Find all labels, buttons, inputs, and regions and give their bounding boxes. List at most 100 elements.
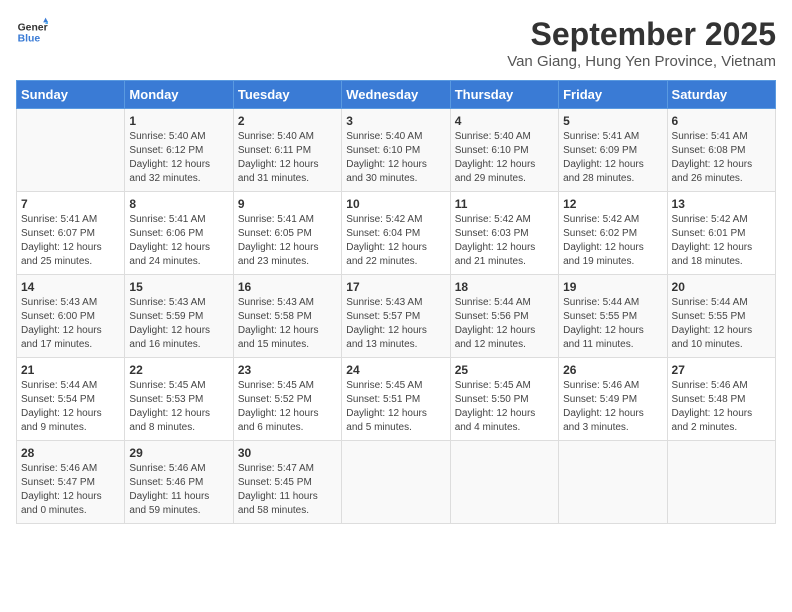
- day-info: Sunrise: 5:42 AM Sunset: 6:03 PM Dayligh…: [455, 213, 554, 269]
- day-number: 15: [129, 280, 228, 294]
- calendar-cell: 27 Sunrise: 5:46 AM Sunset: 5:48 PM Dayli…: [667, 358, 775, 441]
- day-number: 2: [238, 114, 337, 128]
- day-info: Sunrise: 5:42 AM Sunset: 6:04 PM Dayligh…: [346, 213, 445, 269]
- calendar-cell: 18 Sunrise: 5:44 AM Sunset: 5:56 PM Dayli…: [450, 275, 558, 358]
- day-number: 23: [238, 363, 337, 377]
- day-info: Sunrise: 5:44 AM Sunset: 5:56 PM Dayligh…: [455, 296, 554, 352]
- day-number: 6: [672, 114, 771, 128]
- calendar-cell: 22 Sunrise: 5:45 AM Sunset: 5:53 PM Dayli…: [125, 358, 233, 441]
- day-number: 19: [563, 280, 662, 294]
- day-number: 3: [346, 114, 445, 128]
- day-number: 12: [563, 197, 662, 211]
- day-info: Sunrise: 5:45 AM Sunset: 5:51 PM Dayligh…: [346, 379, 445, 435]
- day-info: Sunrise: 5:43 AM Sunset: 6:00 PM Dayligh…: [21, 296, 120, 352]
- day-number: 16: [238, 280, 337, 294]
- calendar-cell: 1 Sunrise: 5:40 AM Sunset: 6:12 PM Daylig…: [125, 109, 233, 192]
- day-number: 18: [455, 280, 554, 294]
- calendar-cell: 24 Sunrise: 5:45 AM Sunset: 5:51 PM Dayli…: [342, 358, 450, 441]
- day-info: Sunrise: 5:42 AM Sunset: 6:02 PM Dayligh…: [563, 213, 662, 269]
- calendar-cell: 2 Sunrise: 5:40 AM Sunset: 6:11 PM Daylig…: [233, 109, 341, 192]
- calendar-week-row: 1 Sunrise: 5:40 AM Sunset: 6:12 PM Daylig…: [17, 109, 776, 192]
- header: General Blue September 2025 Van Giang, H…: [16, 16, 776, 70]
- calendar-cell: 6Sunrise: 5:41 AM Sunset: 6:08 PM Daylig…: [667, 109, 775, 192]
- calendar-cell: 30 Sunrise: 5:47 AM Sunset: 5:45 PM Dayli…: [233, 441, 341, 524]
- calendar-cell: [450, 441, 558, 524]
- month-title: September 2025: [507, 16, 776, 53]
- day-number: 17: [346, 280, 445, 294]
- location-title: Van Giang, Hung Yen Province, Vietnam: [507, 53, 776, 70]
- svg-text:General: General: [18, 22, 48, 33]
- day-number: 5: [563, 114, 662, 128]
- day-number: 25: [455, 363, 554, 377]
- calendar-cell: 15 Sunrise: 5:43 AM Sunset: 5:59 PM Dayli…: [125, 275, 233, 358]
- svg-text:Blue: Blue: [18, 34, 41, 45]
- day-info: Sunrise: 5:40 AM Sunset: 6:11 PM Dayligh…: [238, 130, 337, 186]
- day-info: Sunrise: 5:40 AM Sunset: 6:12 PM Dayligh…: [129, 130, 228, 186]
- day-number: 13: [672, 197, 771, 211]
- day-number: 22: [129, 363, 228, 377]
- calendar-cell: 7Sunrise: 5:41 AM Sunset: 6:07 PM Daylig…: [17, 192, 125, 275]
- calendar-cell: 21Sunrise: 5:44 AM Sunset: 5:54 PM Dayli…: [17, 358, 125, 441]
- day-number: 27: [672, 363, 771, 377]
- day-number: 7: [21, 197, 120, 211]
- day-info: Sunrise: 5:46 AM Sunset: 5:49 PM Dayligh…: [563, 379, 662, 435]
- calendar-cell: 5 Sunrise: 5:41 AM Sunset: 6:09 PM Daylig…: [559, 109, 667, 192]
- calendar-cell: 12 Sunrise: 5:42 AM Sunset: 6:02 PM Dayli…: [559, 192, 667, 275]
- calendar-cell: 3 Sunrise: 5:40 AM Sunset: 6:10 PM Daylig…: [342, 109, 450, 192]
- calendar-week-row: 21Sunrise: 5:44 AM Sunset: 5:54 PM Dayli…: [17, 358, 776, 441]
- day-number: 20: [672, 280, 771, 294]
- calendar-cell: 28 Sunrise: 5:46 AM Sunset: 5:47 PM Dayli…: [17, 441, 125, 524]
- day-number: 9: [238, 197, 337, 211]
- calendar-cell: 13 Sunrise: 5:42 AM Sunset: 6:01 PM Dayli…: [667, 192, 775, 275]
- day-number: 24: [346, 363, 445, 377]
- day-number: 8: [129, 197, 228, 211]
- calendar-cell: 10 Sunrise: 5:42 AM Sunset: 6:04 PM Dayli…: [342, 192, 450, 275]
- calendar-cell: 17 Sunrise: 5:43 AM Sunset: 5:57 PM Dayli…: [342, 275, 450, 358]
- day-info: Sunrise: 5:40 AM Sunset: 6:10 PM Dayligh…: [346, 130, 445, 186]
- day-info: Sunrise: 5:41 AM Sunset: 6:09 PM Dayligh…: [563, 130, 662, 186]
- day-info: Sunrise: 5:44 AM Sunset: 5:55 PM Dayligh…: [563, 296, 662, 352]
- calendar-week-row: 28 Sunrise: 5:46 AM Sunset: 5:47 PM Dayli…: [17, 441, 776, 524]
- calendar-week-row: 14Sunrise: 5:43 AM Sunset: 6:00 PM Dayli…: [17, 275, 776, 358]
- calendar-header-row: SundayMondayTuesdayWednesdayThursdayFrid…: [17, 81, 776, 109]
- header-thursday: Thursday: [450, 81, 558, 109]
- header-friday: Friday: [559, 81, 667, 109]
- logo: General Blue: [16, 16, 48, 48]
- day-info: Sunrise: 5:41 AM Sunset: 6:05 PM Dayligh…: [238, 213, 337, 269]
- calendar-cell: 14Sunrise: 5:43 AM Sunset: 6:00 PM Dayli…: [17, 275, 125, 358]
- calendar-table: SundayMondayTuesdayWednesdayThursdayFrid…: [16, 80, 776, 524]
- title-area: September 2025 Van Giang, Hung Yen Provi…: [507, 16, 776, 70]
- day-number: 28: [21, 446, 120, 460]
- day-info: Sunrise: 5:45 AM Sunset: 5:50 PM Dayligh…: [455, 379, 554, 435]
- calendar-cell: 25 Sunrise: 5:45 AM Sunset: 5:50 PM Dayli…: [450, 358, 558, 441]
- day-info: Sunrise: 5:44 AM Sunset: 5:54 PM Dayligh…: [21, 379, 120, 435]
- calendar-cell: 20Sunrise: 5:44 AM Sunset: 5:55 PM Dayli…: [667, 275, 775, 358]
- header-tuesday: Tuesday: [233, 81, 341, 109]
- header-wednesday: Wednesday: [342, 81, 450, 109]
- calendar-cell: 29 Sunrise: 5:46 AM Sunset: 5:46 PM Dayli…: [125, 441, 233, 524]
- day-info: Sunrise: 5:46 AM Sunset: 5:48 PM Dayligh…: [672, 379, 771, 435]
- day-number: 1: [129, 114, 228, 128]
- calendar-cell: 11Sunrise: 5:42 AM Sunset: 6:03 PM Dayli…: [450, 192, 558, 275]
- day-number: 29: [129, 446, 228, 460]
- header-saturday: Saturday: [667, 81, 775, 109]
- calendar-cell: 23Sunrise: 5:45 AM Sunset: 5:52 PM Dayli…: [233, 358, 341, 441]
- day-info: Sunrise: 5:42 AM Sunset: 6:01 PM Dayligh…: [672, 213, 771, 269]
- day-number: 30: [238, 446, 337, 460]
- day-info: Sunrise: 5:45 AM Sunset: 5:53 PM Dayligh…: [129, 379, 228, 435]
- calendar-cell: [17, 109, 125, 192]
- day-info: Sunrise: 5:41 AM Sunset: 6:06 PM Dayligh…: [129, 213, 228, 269]
- calendar-cell: [667, 441, 775, 524]
- day-number: 10: [346, 197, 445, 211]
- calendar-cell: 9 Sunrise: 5:41 AM Sunset: 6:05 PM Daylig…: [233, 192, 341, 275]
- day-number: 4: [455, 114, 554, 128]
- day-info: Sunrise: 5:43 AM Sunset: 5:57 PM Dayligh…: [346, 296, 445, 352]
- day-info: Sunrise: 5:47 AM Sunset: 5:45 PM Dayligh…: [238, 462, 337, 518]
- calendar-cell: 26Sunrise: 5:46 AM Sunset: 5:49 PM Dayli…: [559, 358, 667, 441]
- calendar-cell: 4Sunrise: 5:40 AM Sunset: 6:10 PM Daylig…: [450, 109, 558, 192]
- header-monday: Monday: [125, 81, 233, 109]
- day-info: Sunrise: 5:46 AM Sunset: 5:47 PM Dayligh…: [21, 462, 120, 518]
- calendar-week-row: 7Sunrise: 5:41 AM Sunset: 6:07 PM Daylig…: [17, 192, 776, 275]
- day-info: Sunrise: 5:46 AM Sunset: 5:46 PM Dayligh…: [129, 462, 228, 518]
- day-info: Sunrise: 5:43 AM Sunset: 5:59 PM Dayligh…: [129, 296, 228, 352]
